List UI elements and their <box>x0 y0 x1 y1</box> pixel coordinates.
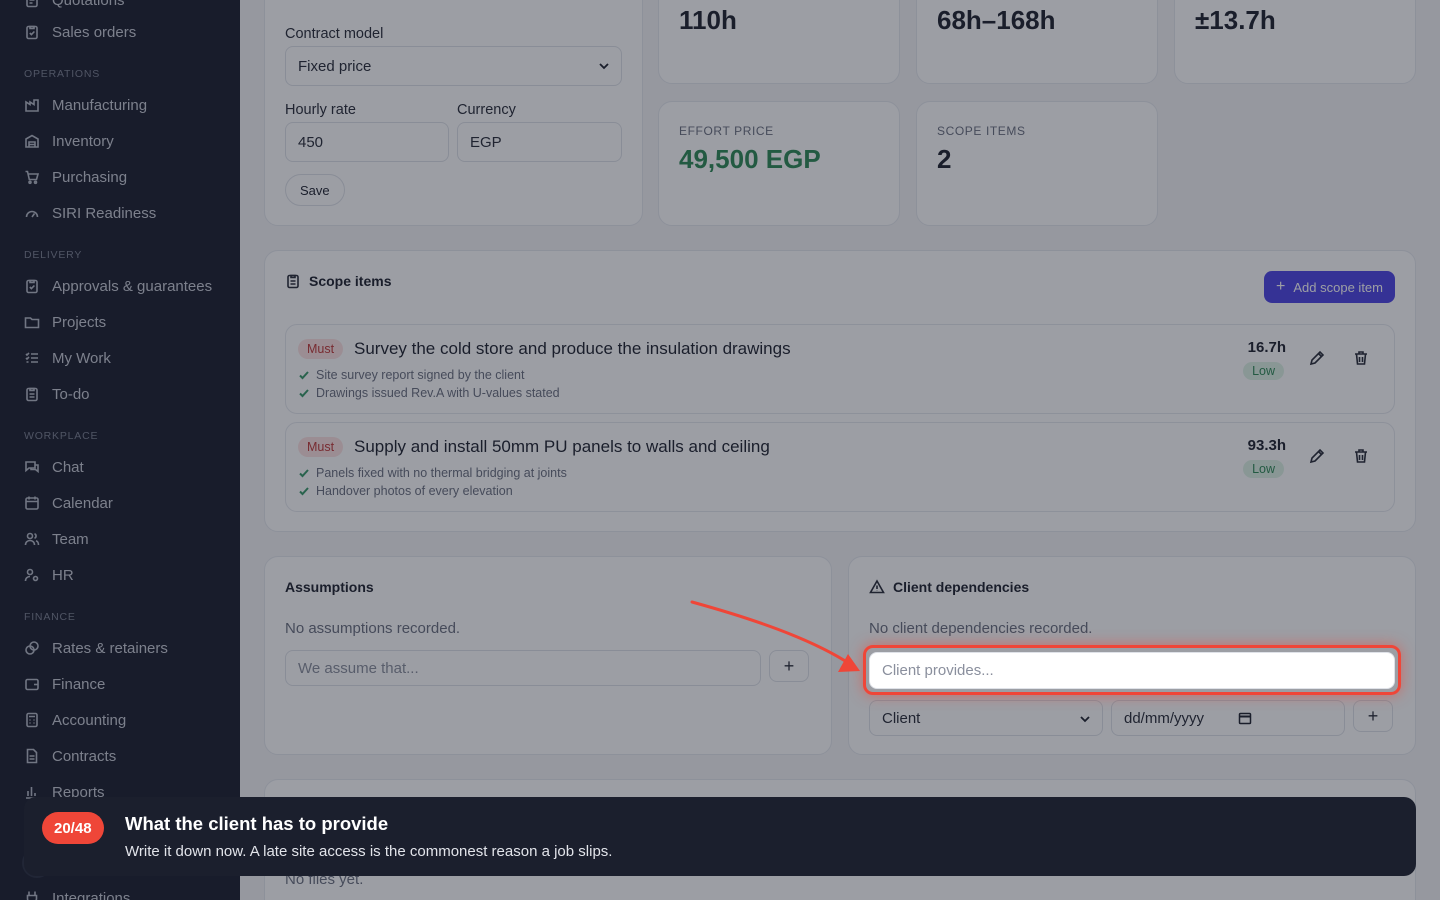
tour-banner: 20/48 What the client has to provide Wri… <box>24 797 1416 876</box>
tour-step-counter: 20/48 <box>42 812 104 844</box>
tour-arrow <box>690 600 860 672</box>
tour-overlay <box>0 0 1440 900</box>
tour-highlight-ring <box>863 645 1401 695</box>
tour-title: What the client has to provide <box>125 813 389 834</box>
tour-text: Write it down now. A late site access is… <box>125 843 613 860</box>
